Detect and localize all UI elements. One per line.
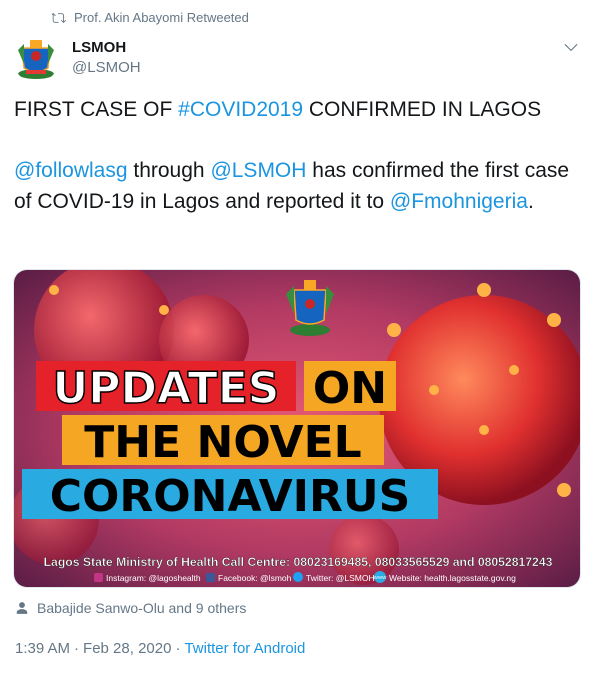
chevron-down-icon[interactable] (562, 38, 580, 56)
tweet-time[interactable]: 1:39 AM (15, 640, 70, 657)
tweet-text: . (527, 190, 534, 213)
lagos-crest-logo (286, 280, 334, 336)
twitter-handle: Twitter: @LSMOH (306, 573, 375, 583)
instagram-icon (94, 573, 103, 582)
mention-link[interactable]: @LSMOH (210, 159, 306, 182)
www-badge: WWW (374, 575, 387, 580)
retweet-context[interactable]: Prof. Akin Abayomi Retweeted (52, 10, 249, 25)
headline-on: ON (313, 363, 387, 414)
tweet-text-body: @followlasg through @LSMOH has confirmed… (14, 155, 584, 217)
mention-link[interactable]: @Fmohnigeria (390, 190, 528, 213)
tagged-users-label: Babajide Sanwo-Olu and 9 others (37, 600, 247, 616)
hashtag-link[interactable]: #COVID2019 (178, 98, 303, 121)
tweet-text: FIRST CASE OF (14, 98, 179, 121)
person-icon (16, 602, 28, 614)
author-display-name[interactable]: LSMOH (72, 38, 141, 58)
author-handle[interactable]: @LSMOH (72, 58, 141, 78)
tweet-source-link[interactable]: Twitter for Android (184, 640, 305, 657)
tweet-metadata: 1:39 AM · Feb 28, 2020 · Twitter for And… (15, 640, 305, 657)
separator: · (74, 640, 80, 657)
headline-updates: UPDATES (53, 363, 280, 414)
tweet-text-line-1: FIRST CASE OF #COVID2019 CONFIRMED IN LA… (14, 94, 584, 125)
tweet-date[interactable]: Feb 28, 2020 (83, 640, 171, 657)
retweet-icon (52, 12, 66, 23)
lagos-crest-icon (18, 40, 54, 79)
instagram-handle: Instagram: @lagoshealth (106, 573, 201, 583)
tweet-header: LSMOH @LSMOH (12, 34, 586, 84)
tweet-text: through (127, 159, 211, 182)
tagged-users[interactable]: Babajide Sanwo-Olu and 9 others (15, 600, 246, 616)
retweet-label: Prof. Akin Abayomi Retweeted (74, 10, 249, 25)
tweet-text: CONFIRMED IN LAGOS (303, 98, 542, 121)
coronavirus-update-graphic: UPDATES ON THE NOVEL CORONAVIRUS Lagos S… (14, 270, 580, 587)
avatar[interactable] (12, 34, 60, 82)
website-url: Website: health.lagosstate.gov.ng (389, 573, 516, 583)
separator: · (175, 640, 181, 657)
social-footer: Instagram: @lagoshealth Facebook: @lsmoh… (94, 571, 516, 583)
twitter-bird-icon (293, 572, 303, 582)
facebook-handle: Facebook: @lsmoh (218, 573, 292, 583)
mention-link[interactable]: @followlasg (14, 159, 128, 182)
headline-coronavirus: CORONAVIRUS (50, 471, 411, 522)
call-centre-text: Lagos State Ministry of Health Call Cent… (44, 555, 553, 569)
facebook-icon (206, 573, 215, 582)
tweet-media-image[interactable]: UPDATES ON THE NOVEL CORONAVIRUS Lagos S… (13, 269, 581, 588)
headline-the-novel: THE NOVEL (84, 417, 361, 468)
